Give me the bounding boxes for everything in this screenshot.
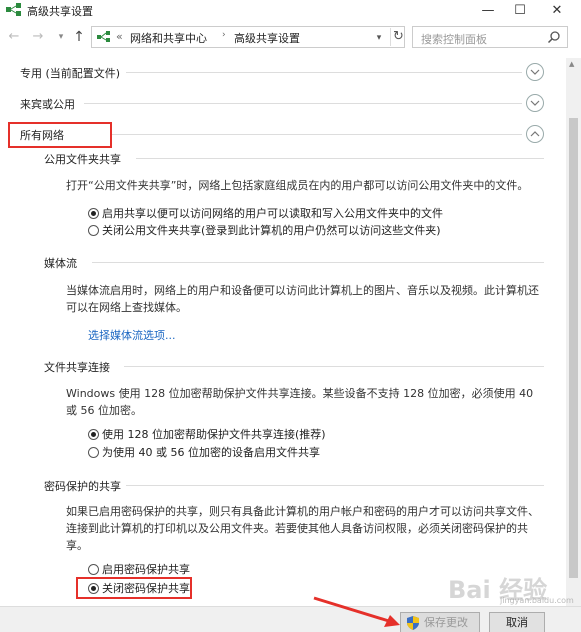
chevron-down-icon[interactable]: ▾ bbox=[372, 31, 386, 45]
radio-button[interactable] bbox=[88, 428, 99, 440]
divider bbox=[112, 134, 522, 135]
title-bar: 高级共享设置 — ☐ ✕ bbox=[0, 0, 581, 20]
breadcrumb-overflow[interactable]: « bbox=[116, 30, 123, 43]
radio-button[interactable] bbox=[88, 224, 99, 236]
recent-locations-icon[interactable]: ▾ bbox=[52, 28, 70, 46]
divider bbox=[126, 72, 522, 73]
encryption-40-option[interactable]: 为使用 40 或 56 位加密的设备启用文件共享 bbox=[88, 444, 320, 460]
window-title: 高级共享设置 bbox=[27, 5, 93, 18]
password-heading: 密码保护的共享 bbox=[44, 480, 121, 493]
public-folder-enable-option[interactable]: 启用共享以便可以访问网络的用户可以读取和写入公用文件夹中的文件 bbox=[88, 205, 443, 221]
address-row: ← → ▾ ↑ « 网络和共享中心 › 高级共享设置 ▾ ↻ 搜索控制面板 bbox=[0, 24, 581, 52]
breadcrumb-network-center[interactable]: 网络和共享中心 bbox=[130, 30, 207, 46]
address-bar[interactable]: « 网络和共享中心 › 高级共享设置 ▾ ↻ bbox=[91, 26, 405, 48]
divider bbox=[84, 103, 522, 104]
save-label: 保存更改 bbox=[424, 616, 468, 629]
maximize-button[interactable]: ☐ bbox=[505, 0, 535, 20]
search-placeholder: 搜索控制面板 bbox=[421, 33, 487, 46]
radio-label: 关闭公用文件夹共享(登录到此计算机的用户仍然可以访问这些文件夹) bbox=[102, 224, 441, 237]
search-icon[interactable] bbox=[547, 30, 561, 44]
radio-label: 启用密码保护共享 bbox=[102, 563, 190, 576]
cancel-button[interactable]: 取消 bbox=[489, 612, 545, 632]
radio-label: 关闭密码保护共享 bbox=[102, 582, 190, 595]
radio-label: 启用共享以便可以访问网络的用户可以读取和写入公用文件夹中的文件 bbox=[102, 207, 443, 220]
radio-button[interactable] bbox=[88, 207, 99, 219]
public-folder-heading: 公用文件夹共享 bbox=[44, 153, 121, 166]
password-enable-option[interactable]: 启用密码保护共享 bbox=[88, 561, 190, 577]
close-button[interactable]: ✕ bbox=[542, 0, 572, 20]
radio-button[interactable] bbox=[88, 563, 99, 575]
up-button[interactable]: ↑ bbox=[70, 28, 88, 46]
divider bbox=[124, 366, 544, 367]
radio-label: 使用 128 位加密帮助保护文件共享连接(推荐) bbox=[102, 428, 326, 441]
save-changes-button[interactable]: 保存更改 bbox=[400, 612, 480, 632]
annotation-arrow-icon bbox=[313, 596, 400, 627]
divider bbox=[92, 262, 544, 263]
public-folder-disable-option[interactable]: 关闭公用文件夹共享(登录到此计算机的用户仍然可以访问这些文件夹) bbox=[88, 222, 441, 238]
media-description: 当媒体流启用时，网络上的用户和设备便可以访问此计算机上的图片、音乐以及视频。此计… bbox=[66, 284, 539, 314]
password-description: 如果已启用密码保护的共享，则只有具备此计算机的用户帐户和密码的用户才可以访问共享… bbox=[66, 505, 539, 552]
chevron-down-icon[interactable] bbox=[526, 63, 544, 81]
public-folder-description: 打开“公用文件夹共享”时，网络上包括家庭组成员在内的用户都可以访问公用文件夹中的… bbox=[66, 179, 529, 192]
forward-button[interactable]: → bbox=[29, 28, 47, 46]
search-input[interactable]: 搜索控制面板 bbox=[412, 26, 568, 48]
vertical-scrollbar[interactable]: ▲ bbox=[566, 58, 581, 606]
divider bbox=[136, 158, 544, 159]
divider bbox=[126, 485, 544, 486]
back-button[interactable]: ← bbox=[5, 28, 23, 46]
network-icon bbox=[6, 3, 21, 16]
file-sharing-heading: 文件共享连接 bbox=[44, 361, 110, 374]
file-sharing-description: Windows 使用 128 位加密帮助保护文件共享连接。某些设备不支持 128… bbox=[66, 387, 534, 417]
media-options-link[interactable]: 选择媒体流选项... bbox=[88, 327, 176, 343]
refresh-button[interactable]: ↻ bbox=[390, 28, 406, 46]
settings-content: 专用 (当前配置文件) 来宾或公用 所有网络 公用文件夹共享 打开“公用文件夹共… bbox=[0, 58, 581, 606]
media-heading: 媒体流 bbox=[44, 257, 77, 270]
radio-label: 为使用 40 或 56 位加密的设备启用文件共享 bbox=[102, 446, 320, 459]
footer-bar: 保存更改 取消 bbox=[0, 606, 581, 632]
scroll-up-icon[interactable]: ▲ bbox=[569, 60, 574, 68]
scroll-thumb[interactable] bbox=[569, 118, 578, 578]
radio-button[interactable] bbox=[88, 582, 99, 594]
section-all-title[interactable]: 所有网络 bbox=[20, 127, 64, 143]
breadcrumb-advanced-sharing[interactable]: 高级共享设置 bbox=[234, 30, 300, 46]
minimize-button[interactable]: — bbox=[473, 0, 503, 20]
chevron-up-icon[interactable] bbox=[526, 125, 544, 143]
chevron-down-icon[interactable] bbox=[526, 94, 544, 112]
section-private-title[interactable]: 专用 (当前配置文件) bbox=[20, 65, 120, 81]
password-disable-option[interactable]: 关闭密码保护共享 bbox=[88, 580, 190, 596]
watermark-url: jingyan.baidu.com bbox=[500, 596, 574, 605]
network-icon bbox=[97, 31, 110, 42]
encryption-128-option[interactable]: 使用 128 位加密帮助保护文件共享连接(推荐) bbox=[88, 426, 326, 442]
radio-button[interactable] bbox=[88, 446, 99, 458]
breadcrumb-separator[interactable]: › bbox=[222, 30, 226, 40]
section-guest-title[interactable]: 来宾或公用 bbox=[20, 96, 75, 112]
shield-icon bbox=[407, 616, 419, 630]
